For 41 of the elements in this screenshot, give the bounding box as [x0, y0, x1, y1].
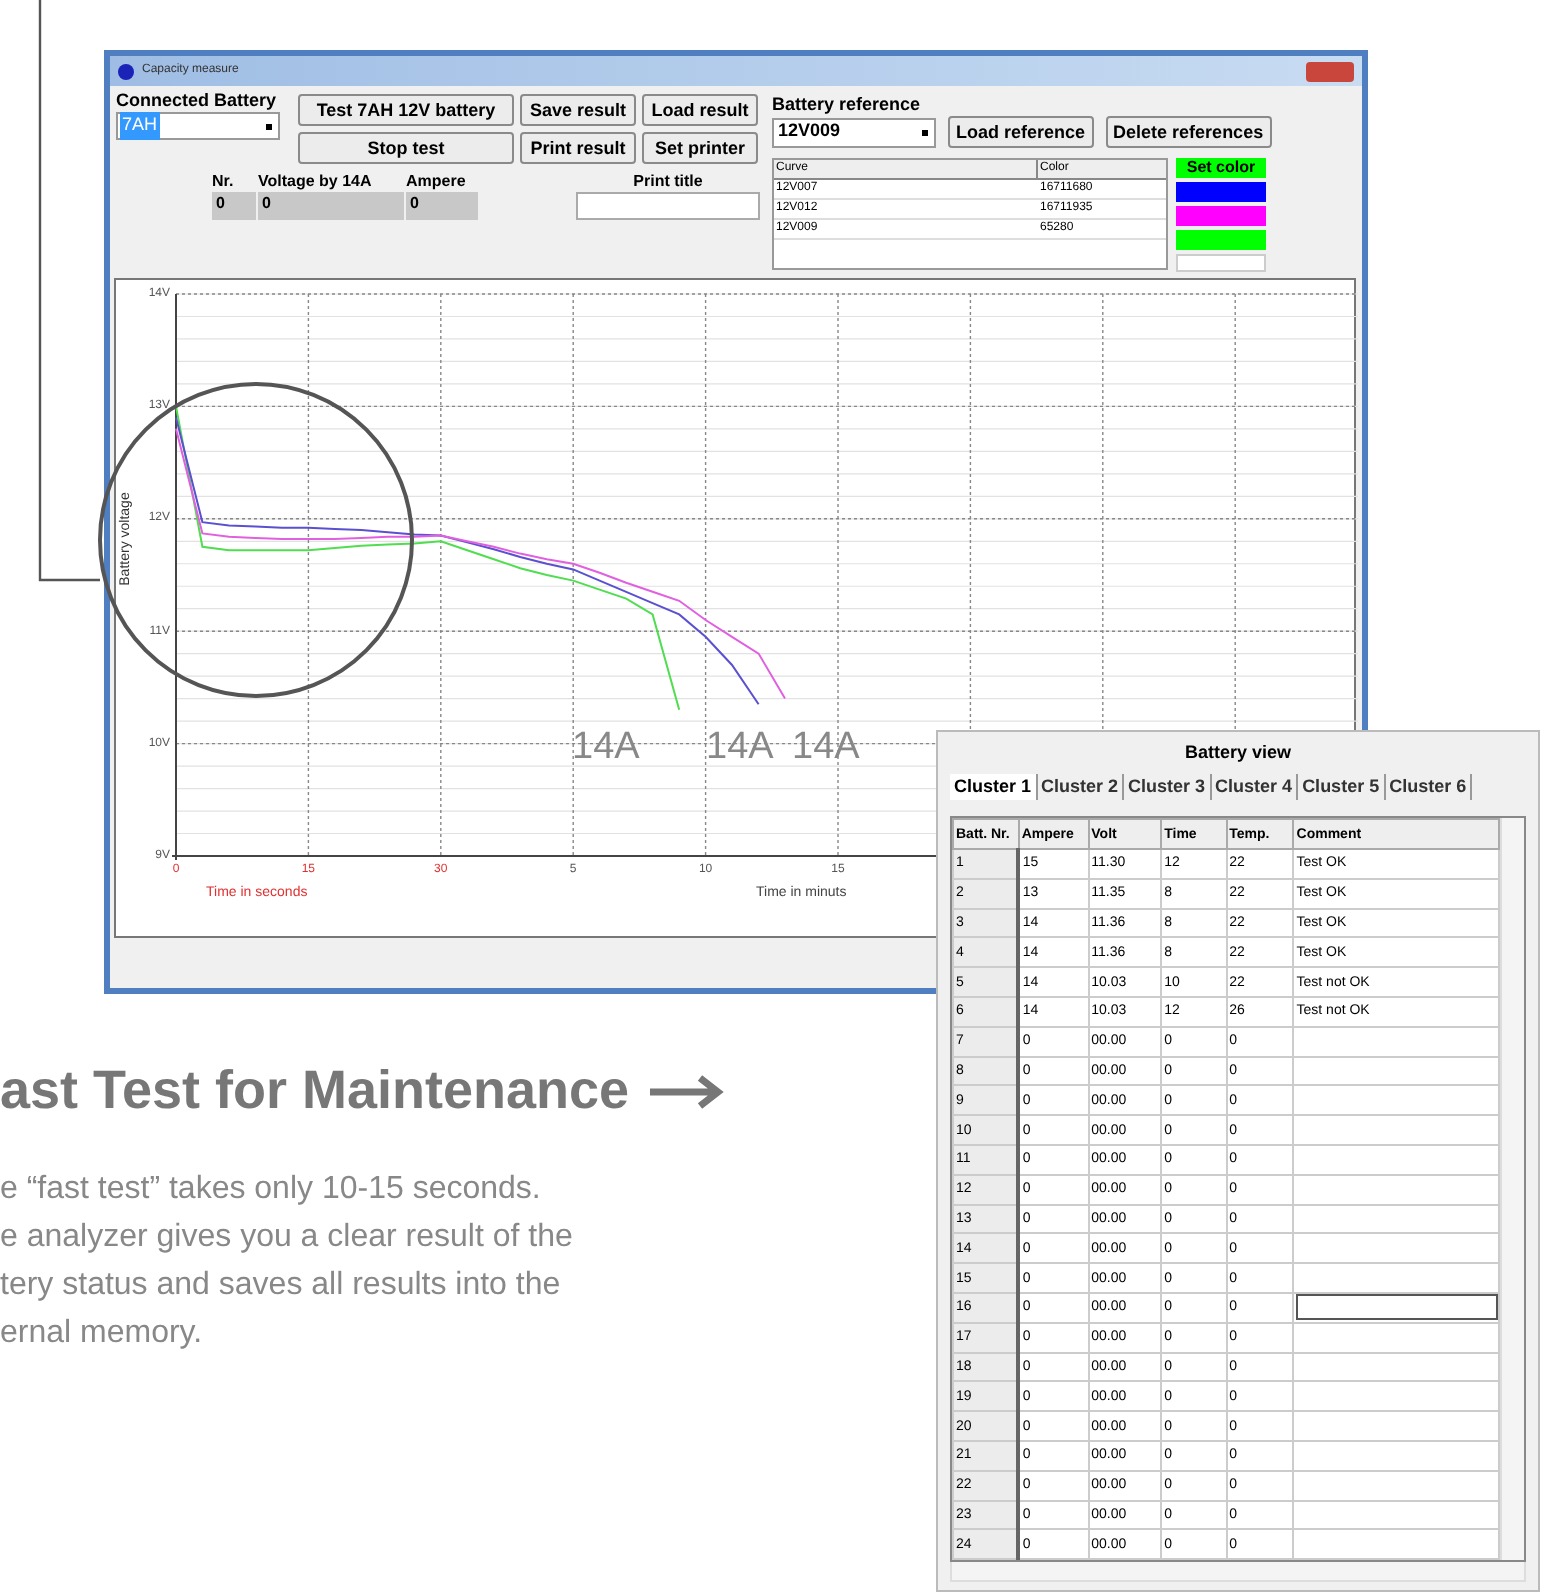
action-button[interactable]: Load reference — [948, 116, 1094, 148]
readout-value: 0 — [406, 192, 478, 220]
field-label: Print title — [631, 172, 705, 192]
column-header: Nr. — [212, 172, 236, 192]
column-header: Ampere — [406, 172, 468, 192]
cluster-tab[interactable]: Cluster 5 — [1298, 774, 1386, 800]
action-button[interactable]: Delete references — [1105, 116, 1272, 148]
column-header: Voltage by 14A — [258, 172, 374, 192]
section-heading: ast Test for Maintenance — [0, 1064, 630, 1118]
color-swatch[interactable] — [1176, 254, 1266, 272]
close-button[interactable] — [1306, 61, 1354, 81]
curve-label: 14A — [572, 728, 640, 766]
readout-value: 0 — [212, 192, 256, 220]
action-button[interactable]: Save result — [520, 94, 636, 126]
app-icon — [118, 63, 134, 79]
vertical-scrollbar[interactable] — [1500, 818, 1524, 1561]
action-button[interactable]: Set printer — [642, 132, 758, 164]
window-title: Battery view — [1182, 742, 1294, 764]
color-swatch[interactable] — [1176, 230, 1266, 250]
action-button[interactable]: Load result — [642, 94, 758, 126]
right-arrow-icon — [649, 1073, 726, 1109]
action-button[interactable]: Print result — [520, 132, 636, 164]
cluster-tab[interactable]: Cluster 4 — [1211, 774, 1299, 800]
cluster-tab[interactable]: Cluster 6 — [1385, 774, 1473, 800]
color-swatch[interactable] — [1176, 182, 1266, 202]
curve-label: 14A — [706, 728, 774, 766]
action-button[interactable]: Stop test — [298, 132, 514, 164]
cluster-tab[interactable]: Cluster 3 — [1124, 774, 1212, 800]
field-label: Connected Battery — [116, 90, 279, 112]
description-text: e “fast test” takes only 10-15 seconds. e analyzer gives you a clear result of the tery status and saves all results into the ernal memory. — [0, 1170, 575, 1354]
cluster-tab[interactable]: Cluster 1 — [950, 774, 1038, 800]
action-button[interactable]: Test 7AH 12V battery — [298, 94, 514, 126]
reference-dropdown[interactable]: 12V009 — [772, 117, 936, 147]
print-title-field[interactable] — [576, 192, 760, 220]
horizontal-scrollbar[interactable] — [950, 1562, 1526, 1583]
field-label: Battery reference — [772, 92, 923, 116]
readout-value: 0 — [258, 192, 404, 220]
curve-label: 14A — [792, 728, 860, 766]
color-swatch[interactable] — [1176, 206, 1266, 226]
set-color-button[interactable]: Set color — [1176, 158, 1266, 178]
cluster-tab[interactable]: Cluster 2 — [1037, 774, 1125, 800]
